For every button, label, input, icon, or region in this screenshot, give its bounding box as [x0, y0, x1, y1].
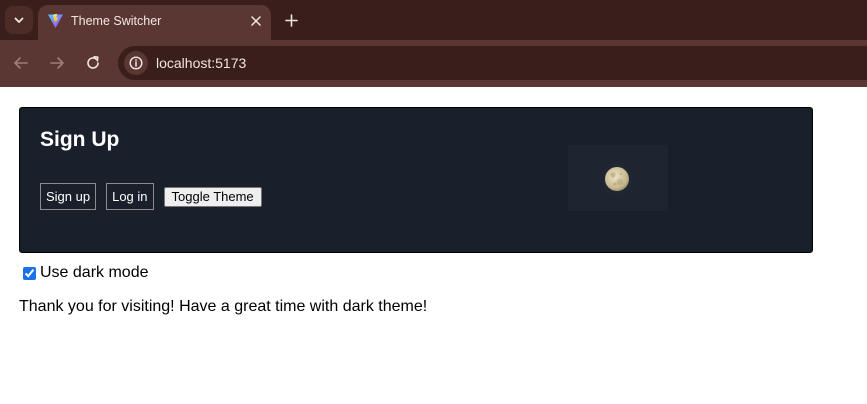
- chevron-down-icon: [14, 17, 24, 23]
- reload-button[interactable]: [81, 51, 105, 75]
- signup-button[interactable]: Sign up: [40, 183, 97, 210]
- new-tab-button[interactable]: [279, 8, 303, 32]
- signup-card: Sign Up Sign up Log in Toggle Theme: [19, 107, 813, 253]
- tab-search-button[interactable]: [5, 6, 33, 34]
- back-button[interactable]: [9, 51, 33, 75]
- address-bar[interactable]: localhost:5173: [118, 46, 867, 80]
- site-info-button[interactable]: [124, 51, 148, 75]
- card-actions: Sign up Log in Toggle Theme: [40, 183, 262, 210]
- thank-you-message: Thank you for visiting! Have a great tim…: [19, 298, 428, 315]
- info-icon: [129, 56, 143, 70]
- dark-mode-label: Use dark mode: [40, 264, 149, 281]
- url-text: localhost:5173: [156, 55, 247, 71]
- vite-icon: [48, 13, 63, 28]
- close-icon: [251, 16, 261, 26]
- plus-icon: [284, 13, 298, 27]
- reload-icon: [87, 56, 99, 69]
- tab-close-button[interactable]: [246, 11, 266, 31]
- tab-title: Theme Switcher: [71, 14, 162, 28]
- tab-theme-switcher[interactable]: Theme Switcher: [38, 5, 271, 40]
- back-arrow-icon: [14, 57, 28, 69]
- tab-strip: Theme Switcher: [0, 0, 867, 40]
- forward-button[interactable]: [45, 51, 69, 75]
- login-button[interactable]: Log in: [106, 183, 154, 210]
- toggle-theme-button[interactable]: Toggle Theme: [163, 186, 262, 207]
- moon-image: [568, 145, 668, 211]
- forward-arrow-icon: [50, 57, 64, 69]
- dark-mode-checkbox[interactable]: [23, 266, 36, 280]
- browser-toolbar: localhost:5173: [0, 40, 867, 87]
- dark-mode-toggle[interactable]: Use dark mode: [21, 264, 149, 282]
- card-title: Sign Up: [40, 128, 120, 151]
